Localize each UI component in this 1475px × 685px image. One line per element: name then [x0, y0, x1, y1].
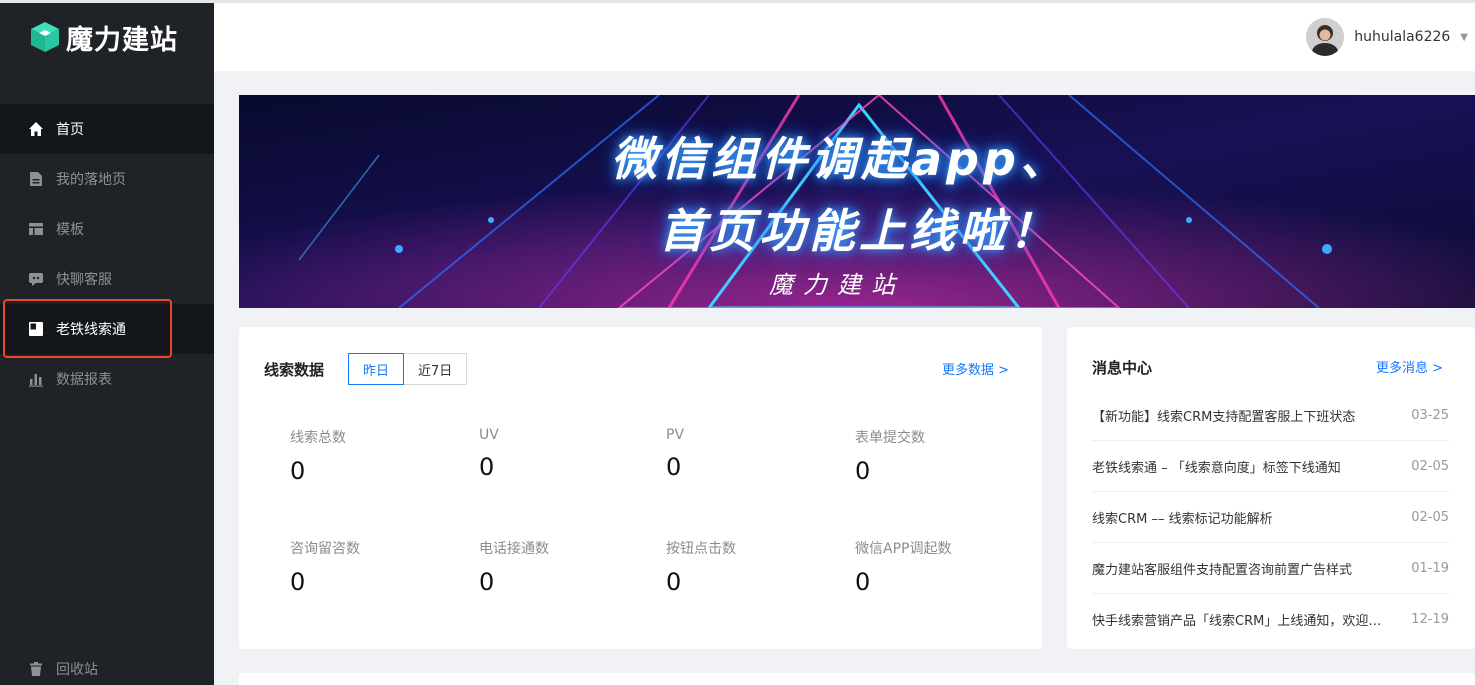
- message-date: 01-19: [1411, 560, 1449, 576]
- banner-subtitle: 魔力建站: [769, 271, 905, 299]
- message-date: 02-05: [1411, 458, 1449, 474]
- sidebar-item-reports[interactable]: 数据报表: [0, 354, 214, 404]
- sidebar-item-label: 回收站: [56, 662, 98, 678]
- message-item[interactable]: 魔力建站客服组件支持配置咨询前置广告样式 01-19: [1092, 543, 1449, 594]
- top-header: huhulala6226 ▼: [214, 3, 1475, 71]
- stat-label: 按钮点击数: [666, 541, 736, 557]
- stat-label: 微信APP调起数: [855, 541, 952, 557]
- chat-icon: [28, 271, 44, 287]
- message-date: 02-05: [1411, 509, 1449, 525]
- message-text: 老铁线索通 – 「线索意向度」标签下线通知: [1092, 460, 1341, 476]
- message-text: 【新功能】线索CRM支持配置客服上下班状态: [1092, 409, 1356, 425]
- more-data-link[interactable]: 更多数据 >: [942, 359, 1009, 378]
- template-icon: [28, 221, 44, 237]
- tab-last-7-days[interactable]: 近7日: [404, 353, 468, 385]
- sidebar-item-label: 数据报表: [56, 372, 112, 388]
- sidebar-item-leads[interactable]: 老铁线索通: [0, 304, 214, 354]
- stat-label: PV: [666, 427, 685, 443]
- message-text: 魔力建站客服组件支持配置咨询前置广告样式: [1092, 562, 1353, 578]
- leads-icon: [28, 321, 44, 337]
- stat-consultations: 咨询留咨数 0: [290, 538, 360, 596]
- message-item[interactable]: 线索CRM –– 线索标记功能解析 02-05: [1092, 492, 1449, 543]
- username: huhulala6226: [1354, 29, 1451, 45]
- message-text: 快手线索营销产品「线索CRM」上线通知，欢迎体验: [1092, 614, 1392, 629]
- sidebar-item-label: 我的落地页: [56, 172, 126, 188]
- sidebar-item-label: 模板: [56, 222, 84, 238]
- message-date: 12-19: [1411, 612, 1449, 627]
- banner-headline-1: 微信组件调起app、: [611, 132, 1070, 186]
- stat-value: 0: [666, 568, 682, 596]
- trash-icon: [28, 661, 44, 677]
- tab-yesterday[interactable]: 昨日: [348, 353, 405, 385]
- message-item[interactable]: 【新功能】线索CRM支持配置客服上下班状态 03-25: [1092, 390, 1449, 441]
- stat-label: 咨询留咨数: [290, 541, 360, 557]
- stat-value: 0: [290, 568, 306, 596]
- sidebar-item-label: 首页: [56, 122, 84, 138]
- stat-form-submissions: 表单提交数 0: [855, 427, 925, 485]
- message-center-card: 消息中心 更多消息 > 【新功能】线索CRM支持配置客服上下班状态 03-25 …: [1067, 327, 1475, 649]
- sidebar-item-label: 老铁线索通: [56, 322, 126, 338]
- sidebar-item-recycle-bin[interactable]: 回收站: [0, 651, 214, 685]
- message-item[interactable]: 快手线索营销产品「线索CRM」上线通知，欢迎体验 12-19: [1092, 594, 1449, 645]
- leads-card-title: 线索数据: [264, 361, 325, 379]
- stat-label: UV: [479, 427, 499, 443]
- user-menu[interactable]: huhulala6226 ▼: [1306, 17, 1468, 57]
- avatar[interactable]: [1306, 18, 1345, 56]
- sidebar-item-templates[interactable]: 模板: [0, 204, 214, 254]
- message-text: 线索CRM –– 线索标记功能解析: [1092, 511, 1273, 527]
- bar-chart-icon: [28, 371, 44, 387]
- stat-button-clicks: 按钮点击数 0: [666, 538, 736, 596]
- stat-pv: PV 0: [666, 427, 684, 481]
- stat-phone-connects: 电话接通数 0: [479, 538, 549, 596]
- message-item[interactable]: 老铁线索通 – 「线索意向度」标签下线通知 02-05: [1092, 441, 1449, 492]
- stat-label: 表单提交数: [855, 430, 925, 446]
- bottom-card: [239, 673, 1475, 685]
- sidebar-item-home[interactable]: 首页: [0, 104, 214, 154]
- stat-label: 电话接通数: [479, 541, 549, 557]
- logo-text: 魔力建站: [66, 24, 178, 56]
- period-tabs: 昨日 近7日: [348, 353, 468, 385]
- message-center-title: 消息中心: [1092, 359, 1153, 377]
- stat-value: 0: [855, 568, 871, 596]
- caret-down-icon: ▼: [1460, 31, 1468, 43]
- logo[interactable]: 魔力建站: [28, 17, 178, 57]
- promo-banner[interactable]: 微信组件调起app、 首页功能上线啦！ 魔力建站: [239, 95, 1475, 308]
- stat-value: 0: [290, 457, 306, 485]
- stat-total-leads: 线索总数 0: [290, 427, 346, 485]
- stat-value: 0: [855, 457, 871, 485]
- banner-headline-2: 首页功能上线啦！: [659, 204, 1059, 258]
- file-icon: [28, 171, 44, 187]
- home-icon: [28, 121, 44, 137]
- sidebar-item-landing-pages[interactable]: 我的落地页: [0, 154, 214, 204]
- cube-logo-icon: [31, 22, 59, 52]
- leads-data-card: 线索数据 昨日 近7日 更多数据 > 线索总数 0 UV 0 PV 0 表单提交…: [239, 327, 1042, 649]
- stat-wechat-app-opens: 微信APP调起数 0: [855, 538, 951, 596]
- sidebar-item-chat-service[interactable]: 快聊客服: [0, 254, 214, 304]
- sidebar-item-label: 快聊客服: [56, 272, 112, 288]
- stat-value: 0: [479, 453, 495, 481]
- stat-value: 0: [479, 568, 495, 596]
- stat-uv: UV 0: [479, 427, 499, 481]
- message-date: 03-25: [1411, 407, 1449, 423]
- sidebar: 魔力建站 首页 我的落地页 模板 快聊客服 老铁线索通 数据报表 回收站: [0, 3, 214, 685]
- stat-value: 0: [666, 453, 682, 481]
- more-messages-link[interactable]: 更多消息 >: [1376, 357, 1443, 376]
- stat-label: 线索总数: [290, 430, 346, 446]
